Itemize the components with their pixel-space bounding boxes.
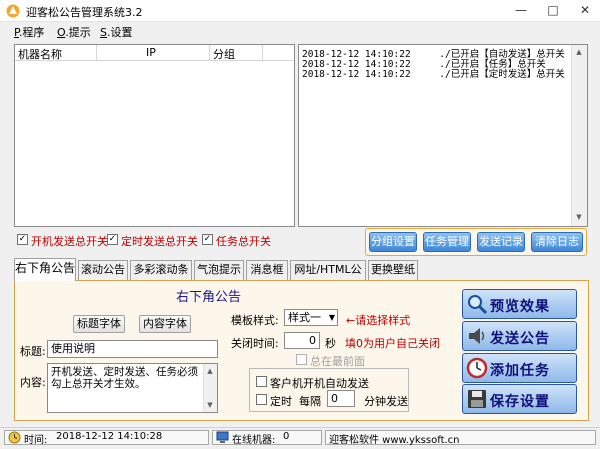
interval-label: 每隔 xyxy=(299,395,321,408)
save-settings-button[interactable]: 保存设置 xyxy=(462,384,577,414)
preview-label: 预览效果 xyxy=(490,299,550,315)
title-input[interactable]: 使用说明 xyxy=(47,340,218,358)
title-label: 标题: xyxy=(20,345,46,358)
checkbox-boot-send-label: 开机发送总开关 xyxy=(31,235,108,248)
always-on-top-checkbox[interactable] xyxy=(296,354,307,365)
send-notice-button[interactable]: 发送公告 xyxy=(462,321,577,351)
checkbox-boot-send[interactable]: ✓ xyxy=(17,234,28,245)
status-online-value: 0 xyxy=(283,431,290,442)
scroll-up-icon[interactable]: ▲ xyxy=(571,45,587,61)
group-settings-button[interactable]: 分组设置 xyxy=(369,232,417,252)
scroll-up-icon[interactable]: ▲ xyxy=(202,364,218,380)
checkbox-task[interactable]: ✓ xyxy=(202,234,213,245)
panel-heading: 右下角公告 xyxy=(176,290,242,305)
floppy-icon xyxy=(468,390,486,408)
column-group[interactable]: 分组 xyxy=(213,46,235,62)
content-font-button[interactable]: 内容字体 xyxy=(139,315,191,333)
column-separator xyxy=(96,45,97,61)
log-line: 2018-12-12 14:10:22 ./已开启【定时发送】总开关 xyxy=(302,69,565,80)
close-time-input[interactable]: 0 xyxy=(284,332,320,349)
scroll-down-icon[interactable]: ▼ xyxy=(571,210,587,226)
menu-settings-key: S xyxy=(100,26,107,39)
save-settings-label: 保存设置 xyxy=(490,394,550,410)
send-record-button[interactable]: 发送记录 xyxy=(477,232,525,252)
chevron-down-icon: ▼ xyxy=(328,313,335,322)
template-hint: ←请选择样式 xyxy=(346,314,411,327)
auto-send-label: 客户机开机自动发送 xyxy=(270,377,369,390)
menu-settings[interactable]: S.设置 xyxy=(100,24,132,40)
menu-program-label: .程序 xyxy=(18,26,45,39)
close-time-hint: 填0为用户自己关闭 xyxy=(345,337,440,350)
template-label: 模板样式: xyxy=(231,314,279,327)
timer-label: 定时 xyxy=(270,395,292,408)
clock-icon xyxy=(466,357,488,379)
window-title: 迎客松公告管理系统3.2 xyxy=(26,6,143,19)
close-button[interactable]: ✕ xyxy=(570,0,600,20)
always-on-top-label: 总在最前面 xyxy=(310,355,365,368)
maximize-button[interactable]: □ xyxy=(538,0,568,20)
log-scrollbar[interactable] xyxy=(571,45,587,226)
status-online-label: 在线机器: xyxy=(232,435,276,446)
template-select[interactable]: 样式一 ▼ xyxy=(284,309,338,326)
minimize-button[interactable]: — xyxy=(506,0,536,20)
tab-bubble-tip[interactable]: 气泡提示 xyxy=(194,260,244,280)
close-time-label: 关闭时间: xyxy=(231,337,279,350)
speaker-icon xyxy=(469,328,485,344)
scroll-down-icon[interactable]: ▼ xyxy=(202,398,218,414)
clock-icon xyxy=(8,431,21,444)
send-notice-label: 发送公告 xyxy=(490,331,550,347)
menu-program[interactable]: P.程序 xyxy=(14,24,44,40)
title-font-button[interactable]: 标题字体 xyxy=(73,315,125,333)
tab-url-html[interactable]: 网址/HTML公告 xyxy=(290,260,366,294)
column-separator xyxy=(262,45,263,61)
template-select-value: 样式一 xyxy=(288,311,321,324)
preview-button[interactable]: 预览效果 xyxy=(462,289,577,319)
add-task-label: 添加任务 xyxy=(490,363,550,379)
task-manage-button[interactable]: 任务管理 xyxy=(423,232,471,252)
menu-tips-key: O xyxy=(57,26,66,39)
column-machine-name[interactable]: 机器名称 xyxy=(18,46,62,62)
checkbox-timer-send-label: 定时发送总开关 xyxy=(121,235,198,248)
auto-send-checkbox[interactable] xyxy=(256,376,267,387)
add-task-button[interactable]: 添加任务 xyxy=(462,353,577,383)
interval-unit: 分钟发送 xyxy=(364,395,408,408)
content-textarea[interactable]: 开机发送、定时发送、任务必须勾上总开关才生效。 xyxy=(47,363,218,413)
tab-message-box[interactable]: 消息框 xyxy=(246,260,288,280)
checkbox-timer-send[interactable]: ✓ xyxy=(107,234,118,245)
column-separator xyxy=(209,45,210,61)
magnifier-icon xyxy=(468,295,488,315)
interval-input[interactable]: 0 xyxy=(327,390,355,407)
app-logo-icon xyxy=(6,4,20,18)
computer-icon xyxy=(216,431,229,443)
tab-wallpaper[interactable]: 更换壁纸 xyxy=(368,260,418,280)
checkbox-task-label: 任务总开关 xyxy=(216,235,271,248)
status-company: 迎客松软件 www.ykssoft.cn xyxy=(329,435,460,446)
tab-scroll-notice[interactable]: 滚动公告 xyxy=(78,260,128,280)
content-label: 内容: xyxy=(20,376,46,389)
status-time-value: 2018-12-12 14:10:28 xyxy=(56,431,163,442)
tab-color-scrollbar[interactable]: 多彩滚动条 xyxy=(130,260,192,280)
menu-settings-label: .设置 xyxy=(106,26,133,39)
status-time-label: 时间: xyxy=(24,435,48,446)
tab-corner-notice[interactable]: 右下角公告 xyxy=(14,258,76,281)
clear-log-button[interactable]: 清除日志 xyxy=(531,232,583,252)
close-time-unit: 秒 xyxy=(325,337,336,350)
column-ip[interactable]: IP xyxy=(146,46,156,59)
menu-tips[interactable]: O.提示 xyxy=(57,24,91,40)
machine-list[interactable] xyxy=(14,44,295,227)
timer-checkbox[interactable] xyxy=(256,394,267,405)
menu-tips-label: .提示 xyxy=(65,26,91,39)
